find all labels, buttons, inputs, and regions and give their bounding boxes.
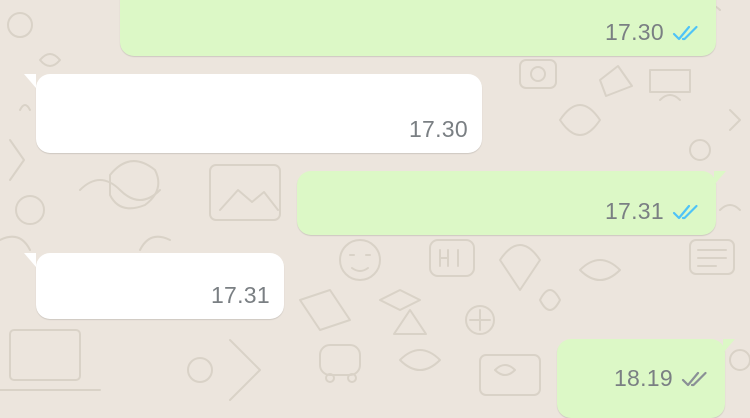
- bubble-tail: [714, 171, 726, 185]
- message-meta: 17.30: [409, 116, 468, 143]
- message-bubble-outgoing[interactable]: 18.19: [557, 339, 735, 418]
- double-check-blue-icon: [672, 202, 702, 222]
- message-meta: 18.19: [614, 365, 711, 392]
- message-time: 18.19: [613, 365, 673, 391]
- message-time: 17.30: [408, 116, 468, 142]
- message-meta: 17.30: [605, 19, 702, 46]
- bubble-tail: [24, 74, 36, 88]
- message-bubble-outgoing[interactable]: 17.30: [120, 0, 716, 56]
- message-time: 17.30: [604, 19, 664, 45]
- double-check-grey-icon: [681, 369, 711, 389]
- message-bubble-incoming[interactable]: 17.31: [24, 253, 284, 319]
- message-time: 17.31: [604, 198, 664, 224]
- message-meta: 17.31: [605, 198, 702, 225]
- bubble-tail: [24, 253, 36, 267]
- message-time: 17.31: [210, 282, 270, 308]
- double-check-blue-icon: [672, 23, 702, 43]
- message-bubble-outgoing[interactable]: 17.31: [297, 171, 726, 235]
- message-meta: 17.31: [211, 282, 270, 309]
- message-bubble-incoming[interactable]: 17.30: [24, 74, 482, 153]
- bubble-tail: [723, 339, 735, 353]
